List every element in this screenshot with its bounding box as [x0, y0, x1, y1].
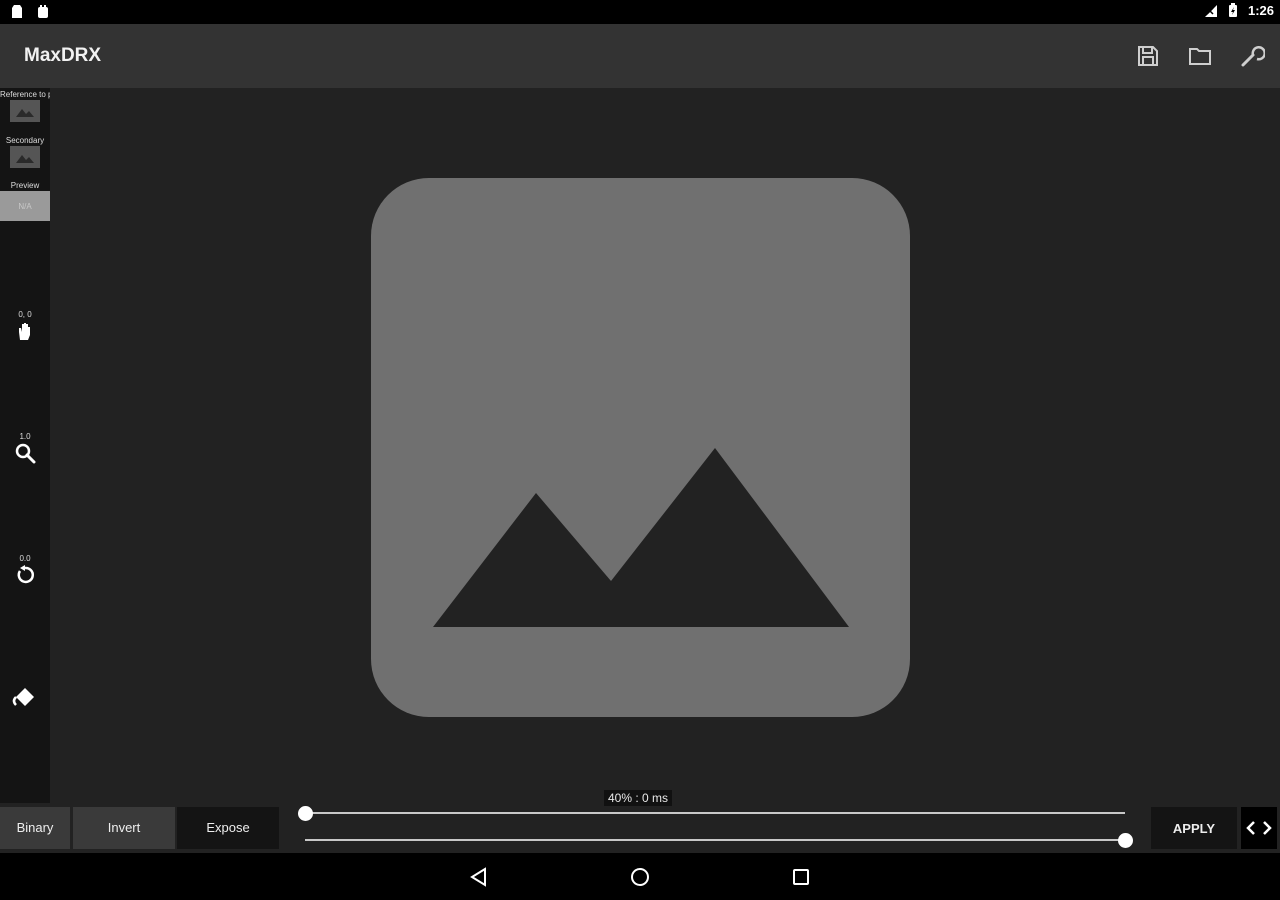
battery-icon: [1228, 3, 1237, 17]
layer-reference[interactable]: Reference to primary: [0, 90, 50, 122]
top-slider-track[interactable]: [305, 812, 1125, 814]
slider-value-label: 40% : 0 ms: [604, 790, 673, 806]
layer-preview[interactable]: Preview N/A: [0, 181, 50, 221]
save-button[interactable]: [1134, 42, 1162, 70]
image-icon: [16, 155, 34, 163]
bottom-slider-track[interactable]: [305, 839, 1125, 841]
android-icon: [38, 5, 48, 18]
left-rail: Reference to primary Secondary Preview N…: [0, 88, 50, 803]
folder-icon: [1189, 48, 1211, 65]
system-nav-bar: [0, 853, 1280, 900]
image-placeholder-icon: [371, 178, 910, 717]
layer-preview-thumb-text: N/A: [18, 201, 32, 211]
layer-preview-label: Preview: [10, 181, 40, 190]
app-bar: MaxDRX: [0, 24, 1280, 88]
layer-preview-thumb: N/A: [0, 191, 50, 221]
zoom-icon: [15, 443, 36, 464]
home-icon[interactable]: [628, 865, 652, 889]
status-right: 1:26: [1204, 3, 1274, 18]
app-actions: [1134, 42, 1266, 70]
zoom-value: 1.0: [19, 432, 31, 441]
chevron-left-right-icon: [1246, 821, 1272, 835]
notification-icon: [12, 5, 22, 18]
top-slider-thumb[interactable]: [297, 806, 313, 821]
pan-value: 0, 0: [18, 310, 32, 319]
layer-secondary-thumb: [10, 146, 40, 168]
hand-icon: [19, 323, 30, 340]
fill-tool[interactable]: [0, 682, 50, 711]
app-title: MaxDRX: [24, 45, 102, 66]
invert-button[interactable]: Invert: [73, 807, 175, 849]
rotate-tool[interactable]: 0.0: [0, 554, 50, 586]
status-left: [10, 4, 50, 19]
status-bar: 1:26: [0, 0, 1280, 24]
pan-tool[interactable]: 0, 0: [0, 310, 50, 342]
save-icon: [1138, 46, 1158, 66]
layer-reference-thumb: [10, 100, 40, 122]
wrench-icon: [1241, 46, 1265, 67]
layer-secondary-label: Secondary: [5, 136, 45, 145]
expose-button[interactable]: Expose: [177, 807, 279, 849]
canvas[interactable]: [50, 88, 1280, 803]
recents-icon[interactable]: [789, 865, 813, 889]
fill-icon: [12, 688, 34, 706]
layer-reference-label: Reference to primary: [0, 90, 50, 99]
open-folder-button[interactable]: [1186, 42, 1214, 70]
prev-next-button[interactable]: [1241, 807, 1277, 849]
back-icon[interactable]: [467, 865, 491, 889]
bottom-slider-thumb[interactable]: [1117, 833, 1133, 848]
image-icon: [16, 109, 34, 117]
settings-button[interactable]: [1238, 42, 1266, 70]
binary-button[interactable]: Binary: [0, 807, 70, 849]
apply-button[interactable]: APPLY: [1151, 807, 1237, 849]
rotate-icon: [17, 565, 34, 584]
bottom-controls: Binary Invert Expose 40% : 0 ms APPLY: [0, 790, 1280, 853]
rotate-value: 0.0: [19, 554, 31, 563]
signal-icon: [1204, 5, 1217, 17]
zoom-tool[interactable]: 1.0: [0, 432, 50, 464]
layer-secondary[interactable]: Secondary: [0, 136, 50, 168]
status-time: 1:26: [1247, 3, 1274, 18]
